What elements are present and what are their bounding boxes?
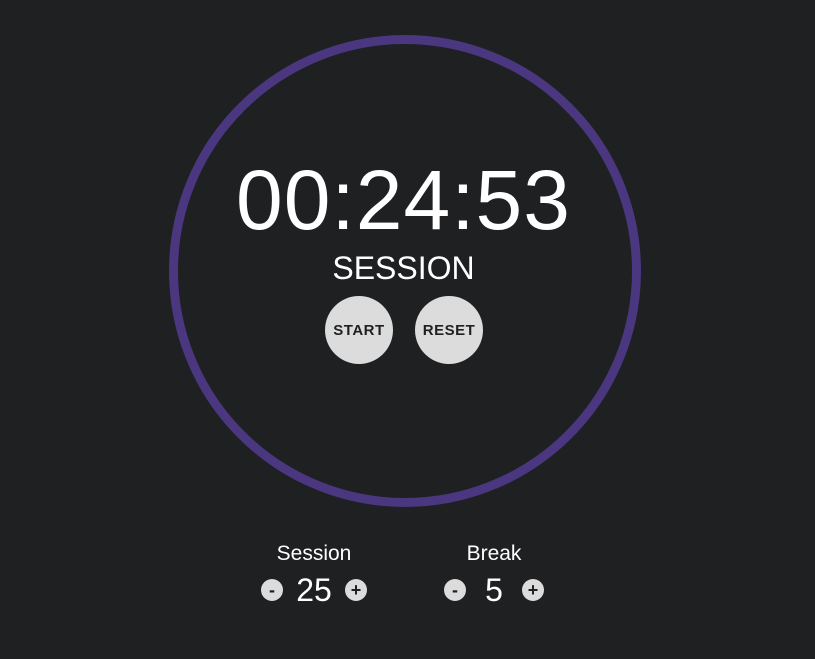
timer-display: 00:24:53 [236, 153, 571, 247]
break-decrement-button[interactable]: - [444, 579, 466, 601]
break-length-value: 5 [485, 572, 503, 608]
break-increment-button[interactable]: + [522, 579, 544, 601]
pomodoro-app: 00:24:53 SESSION START RESET Session - 2… [0, 0, 815, 659]
session-label: Session [276, 542, 352, 565]
start-button[interactable]: START [325, 296, 393, 364]
reset-button[interactable]: RESET [415, 296, 483, 364]
session-decrement-button[interactable]: - [261, 579, 283, 601]
session-increment-button[interactable]: + [345, 579, 367, 601]
break-label: Break [466, 542, 522, 565]
timer-mode-label: SESSION [332, 250, 475, 286]
session-length-value: 25 [296, 572, 332, 608]
